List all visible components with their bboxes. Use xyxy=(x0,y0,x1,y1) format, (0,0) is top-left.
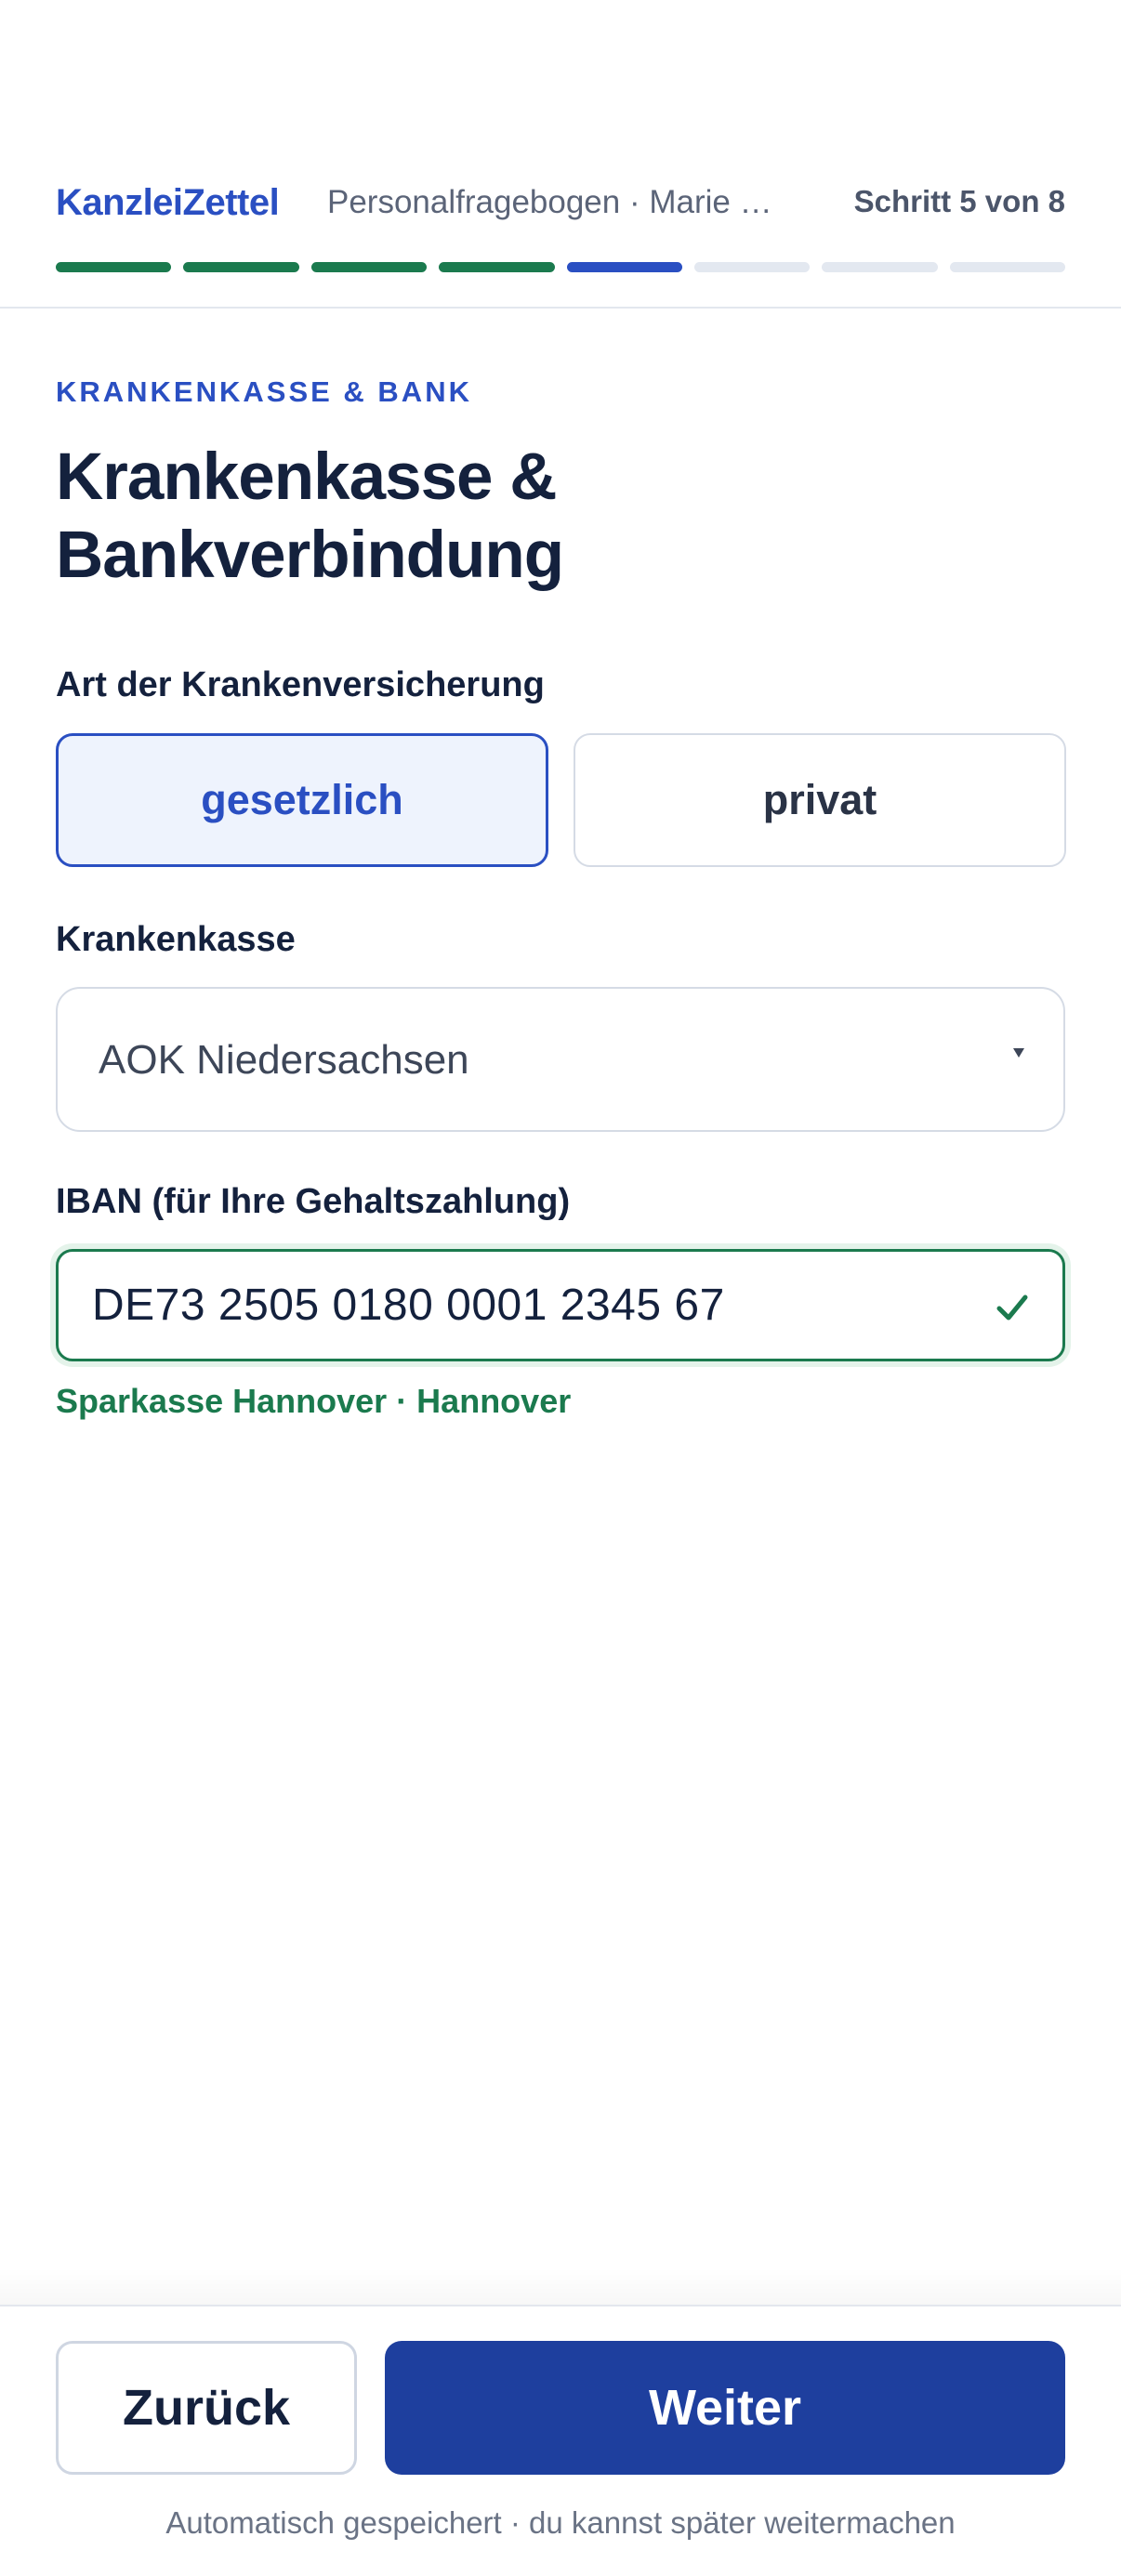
health-insurer-label: Krankenkasse xyxy=(56,920,296,959)
progress-segment-6 xyxy=(693,262,811,272)
chevron-down-icon xyxy=(1013,1048,1024,1058)
iban-input[interactable]: DE73 2505 0180 0001 2345 67 xyxy=(56,1249,1065,1361)
footer-shadow xyxy=(0,2267,1121,2305)
brand-logo[interactable]: KanzleiZettel xyxy=(56,182,280,224)
progress-bar xyxy=(56,262,1065,272)
insurance-type-label: Art der Krankenversicherung xyxy=(56,665,545,704)
progress-segment-3 xyxy=(310,262,428,272)
progress-segment-1 xyxy=(56,262,172,272)
checkmark-icon xyxy=(996,1295,1028,1321)
health-insurer-select[interactable]: AOK Niedersachsen xyxy=(56,987,1065,1132)
progress-segment-4 xyxy=(439,262,555,272)
insurance-option-privat[interactable]: privat xyxy=(574,733,1066,867)
section-eyebrow: KRANKENKASSE & BANK xyxy=(56,375,472,408)
bank-info: Sparkasse Hannover · Hannover xyxy=(56,1382,572,1420)
iban-value: DE73 2505 0180 0001 2345 67 xyxy=(92,1281,725,1330)
app-header: KanzleiZettel Personalfragebogen · Marie… xyxy=(0,0,1121,309)
next-button[interactable]: Weiter xyxy=(385,2341,1065,2475)
progress-segment-2 xyxy=(183,262,299,272)
progress-segment-5 xyxy=(566,262,682,272)
page-title: Krankenkasse & Bankverbindung xyxy=(56,440,564,592)
progress-segment-8 xyxy=(949,262,1065,272)
iban-label: IBAN (für Ihre Gehaltszahlung) xyxy=(56,1182,571,1221)
step-indicator: Schritt 5 von 8 xyxy=(853,184,1065,218)
back-button[interactable]: Zurück xyxy=(56,2341,357,2475)
health-insurer-value: AOK Niedersachsen xyxy=(99,1037,469,1083)
footer-bar: Zurück Weiter Automatisch gespeichert · … xyxy=(0,2305,1121,2576)
autosave-note: Automatisch gespeichert · du kannst spät… xyxy=(165,2505,956,2540)
insurance-option-gesetzlich[interactable]: gesetzlich xyxy=(56,733,548,867)
document-title: Personalfragebogen · Marie … xyxy=(327,184,772,220)
progress-segment-7 xyxy=(822,262,938,272)
